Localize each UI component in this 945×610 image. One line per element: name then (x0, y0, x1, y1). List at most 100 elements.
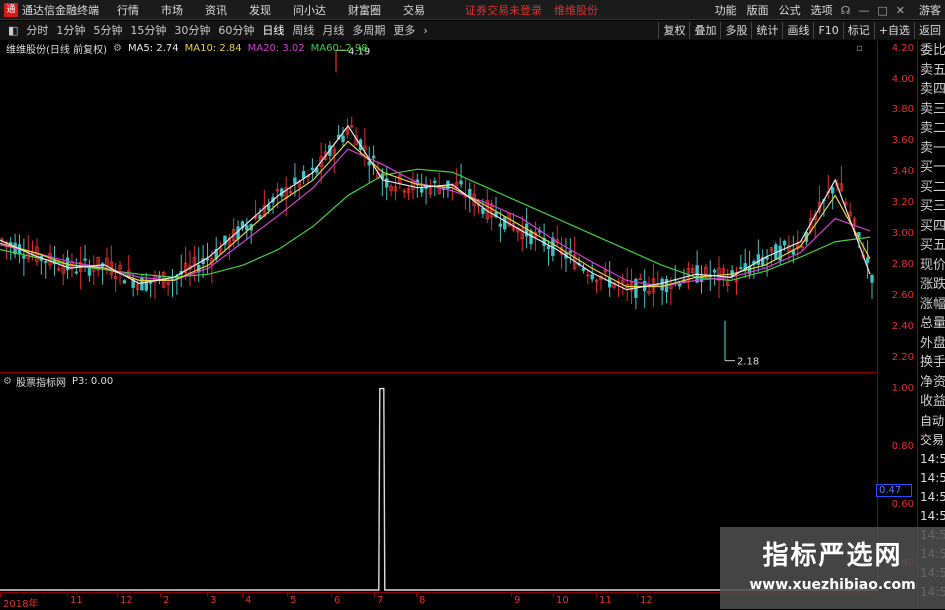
quote-label: 涨跌 (920, 277, 945, 292)
menu-function[interactable]: 功能 (715, 2, 737, 18)
date-tick-label: 4 (245, 595, 252, 606)
tab-15min[interactable]: 15分钟 (130, 22, 166, 38)
multi-stock-button[interactable]: 多股 (720, 22, 751, 39)
quote-labels: 委比 卖五 卖四 卖三 卖二 卖一 买一 买二 买三 买四 买五 现价 涨跌 涨幅 总量 外盘 换手 净资 收益 (918, 41, 945, 412)
ma10-label: MA10: 2.84 (184, 43, 242, 54)
indicator-value: P3: 0.00 (71, 375, 114, 387)
kline-svg: 4.192.18 (0, 46, 874, 368)
quote-label: 买一 (920, 160, 945, 175)
date-tick-label: 3 (210, 595, 217, 606)
date-tick-label: 6 (334, 595, 341, 606)
quote-label: 卖一 (920, 140, 945, 156)
menu-trade[interactable]: 交易 (403, 2, 425, 18)
price-tick: 3.80 (891, 104, 914, 116)
date-tick-mark (511, 593, 512, 597)
watermark: 指标严选网 www.xuezhibiao.com (720, 527, 945, 609)
quote-label: 涨幅 (920, 296, 945, 312)
menu-options[interactable]: 选项 (811, 2, 833, 18)
tab-30min[interactable]: 30分钟 (174, 22, 210, 38)
date-tick-mark (416, 593, 417, 597)
trade-login-notice[interactable]: 证券交易未登录 (465, 2, 542, 18)
date-tick-label: 2018年 (3, 599, 39, 610)
tab-more[interactable]: 更多 (393, 22, 415, 38)
date-tick-label: 9 (514, 595, 521, 606)
trade-time: 14:56 (920, 489, 945, 504)
adjust-button[interactable]: 复权 (658, 22, 689, 39)
chart-pin-icon[interactable]: ▫ (856, 43, 863, 54)
indicator-tick: 0.60 (891, 498, 914, 510)
menu-ask[interactable]: 问小达 (293, 2, 326, 18)
trade-mode-label[interactable]: 自动 (918, 412, 945, 431)
menu-news[interactable]: 资讯 (205, 2, 227, 18)
settings-gear-icon[interactable]: ⚙ (113, 43, 122, 54)
minimize-icon[interactable]: — (858, 4, 869, 17)
trade-time: 14:56 (920, 451, 945, 466)
sidebar-toggle-icon[interactable]: ◧ (8, 24, 18, 37)
indicator-info: ⚙ 股票指标网 P3: 0.00 (0, 374, 114, 389)
app-logo-icon: 通 (4, 2, 18, 17)
date-tick-mark (207, 593, 208, 597)
menu-discover[interactable]: 发现 (249, 2, 271, 18)
candle-body (660, 278, 664, 291)
draw-button[interactable]: 画线 (782, 22, 813, 39)
candle-body (245, 225, 249, 231)
candle-body (419, 187, 424, 193)
date-tick-mark (637, 593, 638, 597)
tab-weekly[interactable]: 周线 (292, 22, 314, 38)
add-watchlist-button[interactable]: +自选 (873, 22, 914, 39)
chevron-right-icon[interactable]: › (423, 24, 427, 37)
menu-formula[interactable]: 公式 (779, 2, 801, 18)
back-button[interactable]: 返回 (914, 22, 945, 39)
date-tick-mark (374, 593, 375, 597)
menu-market[interactable]: 市场 (161, 2, 183, 18)
candle-body (371, 155, 376, 159)
f10-button[interactable]: F10 (813, 22, 842, 39)
trade-mode-label[interactable]: 交易 (918, 431, 945, 450)
candle-body (581, 268, 586, 271)
date-tick-label: 5 (290, 595, 297, 606)
tab-daily[interactable]: 日线 (262, 22, 284, 38)
date-tick-label: 11 (70, 595, 83, 606)
kline-chart[interactable]: 4.19 2.18 (0, 41, 878, 373)
tab-monthly[interactable]: 月线 (322, 22, 344, 38)
tab-multi-period[interactable]: 多周期 (352, 22, 385, 38)
watermark-title: 指标严选网 (762, 541, 903, 571)
trade-time: 14:56 (920, 508, 945, 523)
stats-button[interactable]: 统计 (751, 22, 782, 39)
toolbar-right: 复权 叠加 多股 统计 画线 F10 标记 +自选 返回 (658, 21, 945, 40)
candle-body (498, 223, 503, 227)
candle-body (529, 230, 533, 245)
quote-label: 卖四 (920, 82, 945, 97)
tab-intraday[interactable]: 分时 (26, 22, 48, 38)
close-icon[interactable]: ✕ (896, 4, 905, 17)
price-tick: 3.60 (891, 135, 914, 147)
date-tick-label: 10 (556, 595, 569, 606)
maximize-icon[interactable]: □ (877, 4, 887, 17)
price-tick: 2.80 (891, 258, 914, 270)
tab-1min[interactable]: 1分钟 (56, 22, 85, 38)
price-tick: 3.00 (891, 228, 914, 240)
price-scale: 4.20 4.00 3.80 3.60 3.40 3.20 3.00 2.80 2.60 2.40… (879, 41, 917, 373)
candle-body (310, 167, 315, 171)
menu-wealth[interactable]: 财富圈 (348, 2, 381, 18)
quote-label: 外盘 (920, 335, 945, 351)
menu-layout[interactable]: 版面 (747, 2, 769, 18)
date-tick-mark (287, 593, 288, 597)
overlay-button[interactable]: 叠加 (689, 22, 720, 39)
headset-icon[interactable]: ☊ (841, 4, 851, 17)
date-tick-mark (160, 593, 161, 597)
candle-body (546, 245, 551, 250)
guest-user[interactable]: 游客 (919, 2, 941, 18)
period-toolbar: ◧ 分时 1分钟 5分钟 15分钟 30分钟 60分钟 日线 周线 月线 多周期… (0, 21, 945, 40)
candle-body (503, 216, 507, 230)
candle-body (765, 257, 769, 260)
candle-body (830, 187, 835, 194)
tab-60min[interactable]: 60分钟 (218, 22, 254, 38)
quote-label: 买三 (920, 199, 945, 214)
indicator-gear-icon[interactable]: ⚙ (3, 376, 12, 387)
price-tick: 3.40 (891, 166, 914, 178)
menu-quotes[interactable]: 行情 (117, 2, 139, 18)
quote-label: 买二 (920, 179, 945, 195)
mark-button[interactable]: 标记 (842, 22, 874, 39)
tab-5min[interactable]: 5分钟 (93, 22, 122, 38)
